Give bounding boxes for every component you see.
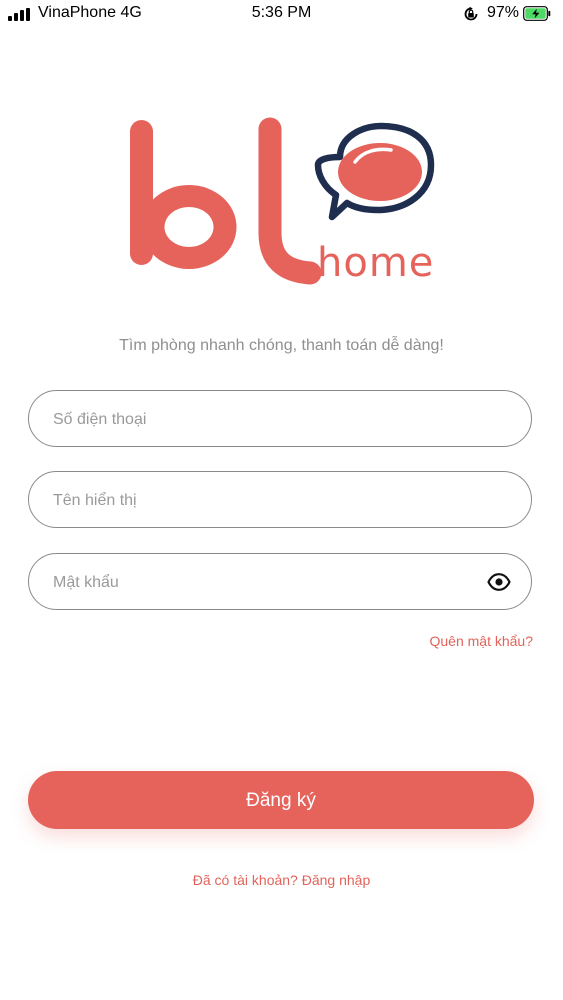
forgot-password-link[interactable]: Quên mật khẩu? <box>429 633 533 649</box>
bl-home-logo: home <box>130 117 435 286</box>
phone-input[interactable] <box>51 391 475 448</box>
display-name-input[interactable] <box>51 472 475 529</box>
status-bar: VinaPhone 4G 5:36 PM 97% <box>0 0 563 28</box>
logo-word: home <box>317 240 434 286</box>
phone-field[interactable] <box>28 390 532 448</box>
battery-charging-icon <box>523 6 551 21</box>
battery-percentage: 97% <box>487 4 520 21</box>
speech-bubble-icon <box>314 122 435 221</box>
tagline: Tìm phòng nhanh chóng, thanh toán dễ dàn… <box>119 337 444 354</box>
password-input[interactable] <box>51 554 475 611</box>
display-name-field[interactable] <box>28 471 532 529</box>
orientation-lock-icon <box>464 6 478 21</box>
eye-icon[interactable] <box>487 571 511 593</box>
logo-mark <box>130 117 322 285</box>
password-field[interactable] <box>28 553 532 611</box>
register-button[interactable]: Đăng ký <box>28 771 534 829</box>
login-link[interactable]: Đã có tài khoản? Đăng nhập <box>0 872 563 888</box>
